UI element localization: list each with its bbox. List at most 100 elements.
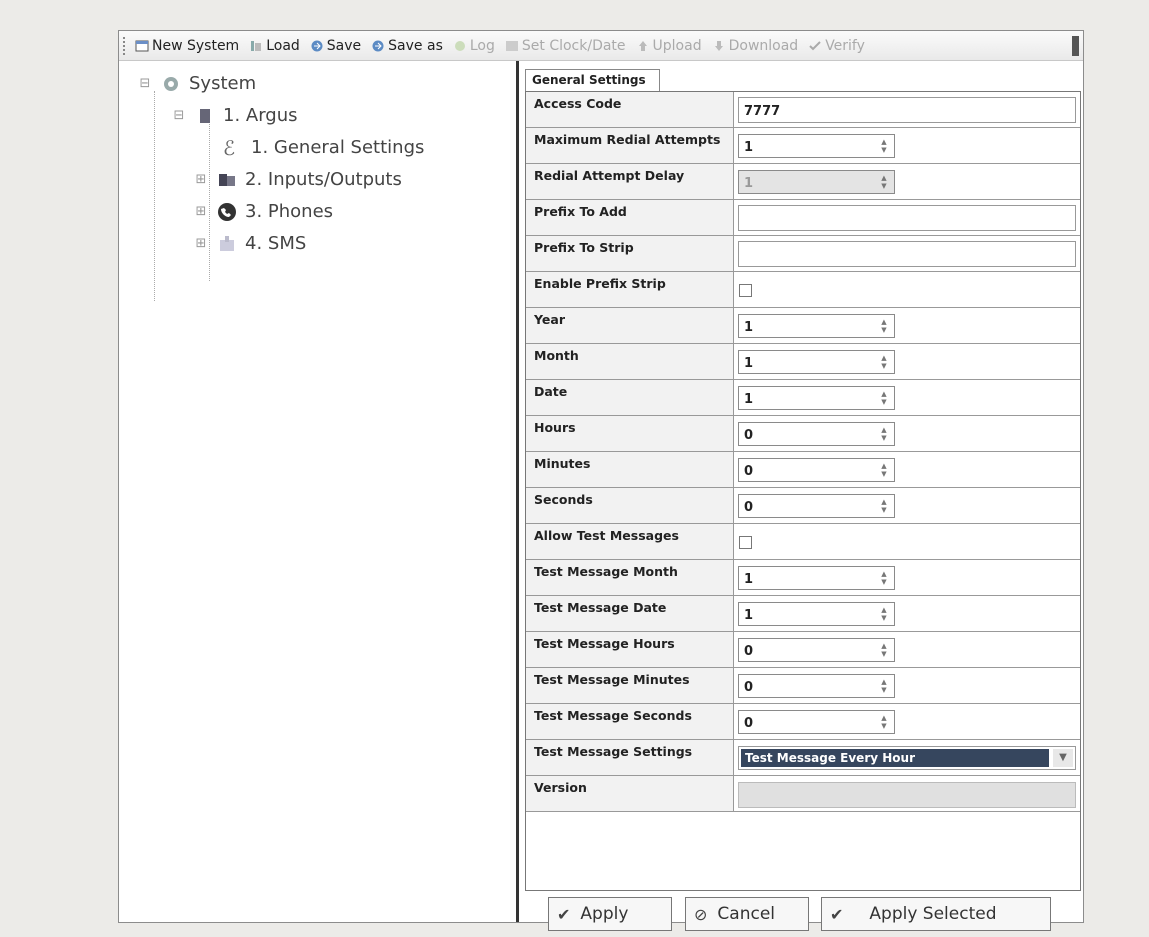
label-prefix-add: Prefix To Add	[526, 200, 734, 235]
label-test-minutes: Test Message Minutes	[526, 668, 734, 703]
tree-item-inputs-outputs[interactable]: ⊞ 2. Inputs/Outputs	[195, 169, 402, 190]
cancel-button[interactable]: ⊘ Cancel	[685, 897, 809, 931]
save-as-icon	[372, 40, 384, 51]
tree-label-system: System	[189, 73, 257, 94]
tree-label-phones: 3. Phones	[245, 201, 334, 222]
tree-item-sms[interactable]: ⊞ 4. SMS	[195, 233, 307, 254]
checkmark-icon: ✔	[557, 904, 571, 924]
save-as-label: Save as	[388, 37, 443, 54]
apply-button[interactable]: ✔ Apply	[548, 897, 672, 931]
set-clock-label: Set Clock/Date	[521, 37, 626, 54]
new-system-button[interactable]: New System	[135, 38, 239, 54]
spin-arrows-icon[interactable]: ▲ ▼	[878, 354, 890, 370]
log-button[interactable]: Log	[453, 38, 495, 54]
year-stepper[interactable]: 1 ▲ ▼	[738, 314, 895, 338]
row-test-hours: Test Message Hours 0 ▲ ▼	[526, 632, 1080, 668]
seconds-stepper[interactable]: 0 ▲ ▼	[738, 494, 895, 518]
test-minutes-stepper[interactable]: 0 ▲ ▼	[738, 674, 895, 698]
checkmark-icon: ✔	[830, 904, 844, 924]
spin-arrows-icon[interactable]: ▲ ▼	[878, 174, 890, 190]
label-test-hours: Test Message Hours	[526, 632, 734, 667]
enable-prefix-strip-checkbox[interactable]	[739, 284, 752, 297]
test-hours-value: 0	[744, 644, 754, 659]
max-redial-stepper[interactable]: 1 ▲ ▼	[738, 134, 895, 158]
row-test-month: Test Message Month 1 ▲ ▼	[526, 560, 1080, 596]
expand-icon[interactable]: ⊞	[195, 236, 207, 251]
tree-label-inputs-outputs: 2. Inputs/Outputs	[245, 169, 402, 190]
tree-item-argus[interactable]: ⊟ 1. Argus	[173, 105, 298, 126]
redial-delay-stepper[interactable]: 1 ▲ ▼	[738, 170, 895, 194]
log-label: Log	[469, 37, 495, 54]
collapse-icon[interactable]: ⊟	[139, 76, 151, 91]
prefix-add-input[interactable]	[738, 205, 1076, 231]
spin-arrows-icon[interactable]: ▲ ▼	[878, 318, 890, 334]
save-button[interactable]: Save	[310, 38, 361, 54]
expand-icon[interactable]: ⊞	[195, 172, 207, 187]
label-access-code: Access Code	[526, 92, 734, 127]
new-document-icon	[135, 40, 149, 51]
spin-arrows-icon[interactable]: ▲ ▼	[878, 570, 890, 586]
test-hours-stepper[interactable]: 0 ▲ ▼	[738, 638, 895, 662]
spin-arrows-icon[interactable]: ▲ ▼	[878, 462, 890, 478]
toolbar-grip[interactable]	[123, 36, 129, 55]
row-max-redial: Maximum Redial Attempts 1 ▲ ▼	[526, 128, 1080, 164]
test-month-stepper[interactable]: 1 ▲ ▼	[738, 566, 895, 590]
label-month: Month	[526, 344, 734, 379]
test-date-value: 1	[744, 608, 754, 623]
hours-stepper[interactable]: 0 ▲ ▼	[738, 422, 895, 446]
test-seconds-stepper[interactable]: 0 ▲ ▼	[738, 710, 895, 734]
allow-test-checkbox[interactable]	[739, 536, 752, 549]
spin-arrows-icon[interactable]: ▲ ▼	[878, 642, 890, 658]
row-test-seconds: Test Message Seconds 0 ▲ ▼	[526, 704, 1080, 740]
spin-arrows-icon[interactable]: ▲ ▼	[878, 138, 890, 154]
version-field	[738, 782, 1076, 808]
download-button[interactable]: Download	[712, 38, 798, 54]
verify-button[interactable]: Verify	[808, 38, 865, 54]
tree-item-phones[interactable]: ⊞ 3. Phones	[195, 201, 333, 222]
label-test-month: Test Message Month	[526, 560, 734, 595]
upload-button[interactable]: Upload	[636, 38, 702, 54]
test-date-stepper[interactable]: 1 ▲ ▼	[738, 602, 895, 626]
test-settings-select[interactable]: Test Message Every Hour ▼	[738, 746, 1076, 770]
year-value: 1	[744, 320, 754, 335]
spin-arrows-icon[interactable]: ▲ ▼	[878, 426, 890, 442]
tab-general-settings[interactable]: General Settings	[525, 69, 660, 91]
load-button[interactable]: Load	[249, 38, 300, 54]
tree-item-system[interactable]: ⊟ System	[139, 73, 257, 94]
access-code-input[interactable]: 7777	[738, 97, 1076, 123]
spin-arrows-icon[interactable]: ▲ ▼	[878, 606, 890, 622]
toolbar-overflow-handle[interactable]	[1072, 36, 1079, 56]
label-enable-prefix-strip: Enable Prefix Strip	[526, 272, 734, 307]
month-value: 1	[744, 356, 754, 371]
verify-label: Verify	[825, 37, 865, 54]
row-hours: Hours 0 ▲ ▼	[526, 416, 1080, 452]
test-minutes-value: 0	[744, 680, 754, 695]
set-clock-button[interactable]: Set Clock/Date	[505, 38, 626, 54]
chevron-down-icon[interactable]: ▼	[1053, 749, 1073, 767]
log-icon	[454, 40, 465, 51]
button-bar: ✔ Apply ⊘ Cancel ✔ Apply Selected	[521, 897, 1083, 937]
minutes-stepper[interactable]: 0 ▲ ▼	[738, 458, 895, 482]
label-redial-delay: Redial Attempt Delay	[526, 164, 734, 199]
row-version: Version	[526, 776, 1080, 812]
apply-selected-button[interactable]: ✔ Apply Selected	[821, 897, 1051, 931]
collapse-icon[interactable]: ⊟	[173, 108, 185, 123]
save-as-button[interactable]: Save as	[371, 38, 443, 54]
month-stepper[interactable]: 1 ▲ ▼	[738, 350, 895, 374]
spin-arrows-icon[interactable]: ▲ ▼	[878, 498, 890, 514]
date-stepper[interactable]: 1 ▲ ▼	[738, 386, 895, 410]
row-minutes: Minutes 0 ▲ ▼	[526, 452, 1080, 488]
tree-label-general-settings: 1. General Settings	[251, 137, 425, 158]
label-minutes: Minutes	[526, 452, 734, 487]
seconds-value: 0	[744, 500, 754, 515]
expand-icon[interactable]: ⊞	[195, 204, 207, 219]
row-month: Month 1 ▲ ▼	[526, 344, 1080, 380]
download-icon	[714, 40, 723, 51]
property-grid: Access Code 7777 Maximum Redial Attempts…	[525, 91, 1081, 891]
spin-arrows-icon[interactable]: ▲ ▼	[878, 714, 890, 730]
spin-arrows-icon[interactable]: ▲ ▼	[878, 678, 890, 694]
spin-arrows-icon[interactable]: ▲ ▼	[878, 390, 890, 406]
tree-item-general-settings[interactable]: ℰ 1. General Settings	[223, 137, 424, 158]
label-allow-test: Allow Test Messages	[526, 524, 734, 559]
prefix-strip-input[interactable]	[738, 241, 1076, 267]
